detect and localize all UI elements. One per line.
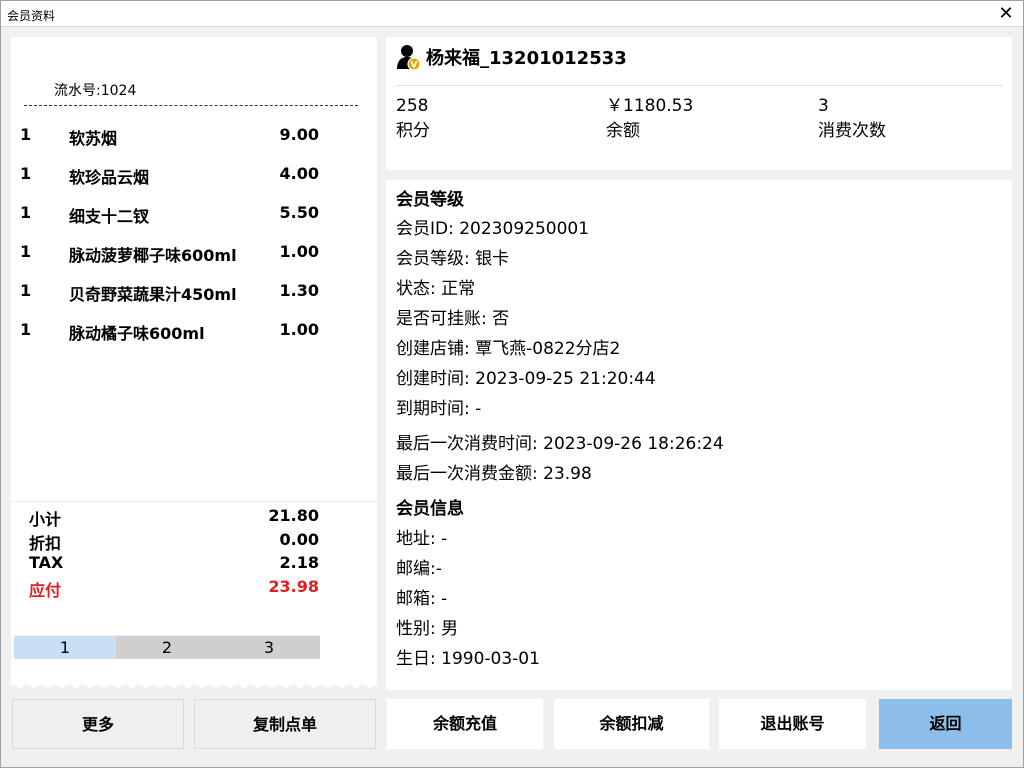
copy-order-button[interactable]: 复制点单 xyxy=(194,699,376,749)
title-bar: 会员资料 ✕ xyxy=(1,1,1023,27)
receipt-item[interactable]: 1 细支十二钗 5.50 xyxy=(11,203,377,242)
logout-button[interactable]: 退出账号 xyxy=(719,699,866,749)
window-title: 会员资料 xyxy=(7,9,56,23)
tax-value: 2.18 xyxy=(279,553,319,572)
item-price: 1.00 xyxy=(279,320,319,339)
receipt-divider xyxy=(24,105,358,106)
points-stat: 258 积分 xyxy=(396,94,430,144)
back-button[interactable]: 返回 xyxy=(879,699,1012,749)
page-tab-3[interactable]: 3 xyxy=(218,636,320,659)
receipt-item[interactable]: 1 软苏烟 9.00 xyxy=(11,125,377,164)
member-status: 状态: 正常 xyxy=(396,279,476,299)
receipt-item[interactable]: 1 软珍品云烟 4.00 xyxy=(11,164,377,203)
member-zip: 邮编:- xyxy=(396,559,442,579)
last-purchase-time: 最后一次消费时间: 2023-09-26 18:26:24 xyxy=(396,434,724,454)
item-price: 1.30 xyxy=(279,281,319,300)
member-summary-panel: V 杨来福_13201012533 258 积分 ￥1180.53 余额 3 消… xyxy=(386,37,1012,170)
item-qty: 1 xyxy=(20,242,32,261)
discount-row: 折扣 0.00 xyxy=(11,530,377,554)
discount-value: 0.00 xyxy=(279,529,319,549)
page-tab-1[interactable]: 1 xyxy=(14,636,116,659)
subtotal-value: 21.80 xyxy=(268,506,319,525)
member-id: 会员ID: 202309250001 xyxy=(396,219,590,239)
visits-stat: 3 消费次数 xyxy=(818,94,886,144)
payable-value: 23.98 xyxy=(268,576,319,596)
last-purchase-amount: 最后一次消费金额: 23.98 xyxy=(396,464,592,484)
item-name: 软苏烟 xyxy=(69,129,118,148)
receipt-panel: 流水号:1024 1 软苏烟 9.00 1 软珍品云烟 4.00 1 细支十二钗… xyxy=(11,37,377,685)
summary-divider xyxy=(396,85,1002,86)
close-icon[interactable]: ✕ xyxy=(995,3,1017,25)
deduct-button[interactable]: 余额扣减 xyxy=(554,699,709,749)
receipt-items: 1 软苏烟 9.00 1 软珍品云烟 4.00 1 细支十二钗 5.50 1 脉… xyxy=(11,125,377,359)
balance-stat: ￥1180.53 余额 xyxy=(606,94,693,144)
member-name: 杨来福_13201012533 xyxy=(426,48,627,69)
item-price: 9.00 xyxy=(279,125,319,144)
member-info-window: 会员资料 ✕ 流水号:1024 1 软苏烟 9.00 1 软珍品云烟 4.00 … xyxy=(0,0,1024,768)
member-detail-panel: 会员等级 会员ID: 202309250001 会员等级: 银卡 状态: 正常 … xyxy=(386,180,1012,690)
receipt-item[interactable]: 1 贝奇野菜蔬果汁450ml 1.30 xyxy=(11,281,377,320)
receipt-totals: 小计 21.80 折扣 0.00 TAX 2.18 应付 23.98 xyxy=(11,501,377,600)
member-email: 邮箱: - xyxy=(396,589,448,609)
vip-user-icon: V xyxy=(397,45,421,71)
subtotal-label: 小计 xyxy=(29,510,62,529)
payable-row: 应付 23.98 xyxy=(11,577,377,601)
item-qty: 1 xyxy=(20,203,32,222)
item-price: 1.00 xyxy=(279,242,319,261)
member-store: 创建店铺: 覃飞燕-0822分店2 xyxy=(396,339,621,359)
item-name: 软珍品云烟 xyxy=(69,168,150,187)
item-price: 5.50 xyxy=(279,203,319,222)
member-created: 创建时间: 2023-09-25 21:20:44 xyxy=(396,369,656,389)
svg-text:V: V xyxy=(411,61,418,71)
member-gender: 性别: 男 xyxy=(396,619,459,639)
payable-label: 应付 xyxy=(29,580,62,600)
item-name: 脉动橘子味600ml xyxy=(69,324,205,343)
item-qty: 1 xyxy=(20,164,32,183)
member-address: 地址: - xyxy=(396,529,448,549)
info-heading: 会员信息 xyxy=(396,499,464,519)
item-name: 贝奇野菜蔬果汁450ml xyxy=(69,285,237,304)
receipt-item[interactable]: 1 脉动菠萝椰子味600ml 1.00 xyxy=(11,242,377,281)
points-value: 258 xyxy=(396,96,429,116)
member-credit: 是否可挂账: 否 xyxy=(396,309,510,329)
item-qty: 1 xyxy=(20,320,32,339)
item-qty: 1 xyxy=(20,281,32,300)
discount-label: 折扣 xyxy=(29,533,62,553)
serial-number: 流水号:1024 xyxy=(54,83,137,99)
subtotal-row: 小计 21.80 xyxy=(11,506,377,530)
receipt-pager: 1 2 3 xyxy=(14,635,320,659)
member-level: 会员等级: 银卡 xyxy=(396,249,510,269)
receipt-item[interactable]: 1 脉动橘子味600ml 1.00 xyxy=(11,320,377,359)
item-price: 4.00 xyxy=(279,164,319,183)
item-qty: 1 xyxy=(20,125,32,144)
more-button[interactable]: 更多 xyxy=(12,699,184,749)
balance-label: 余额 xyxy=(606,121,640,141)
balance-value: ￥1180.53 xyxy=(606,96,694,116)
recharge-button[interactable]: 余额充值 xyxy=(387,699,543,749)
tax-label: TAX xyxy=(29,553,64,572)
receipt-torn-edge xyxy=(11,677,377,689)
item-name: 细支十二钗 xyxy=(69,207,150,226)
tax-row: TAX 2.18 xyxy=(11,553,377,577)
visits-label: 消费次数 xyxy=(818,121,886,141)
level-heading: 会员等级 xyxy=(396,190,464,210)
item-name: 脉动菠萝椰子味600ml xyxy=(69,246,237,265)
page-tab-2[interactable]: 2 xyxy=(116,636,218,659)
points-label: 积分 xyxy=(396,121,430,141)
member-expire: 到期时间: - xyxy=(396,399,482,419)
member-birthday: 生日: 1990-03-01 xyxy=(396,649,540,669)
visits-value: 3 xyxy=(818,96,829,116)
